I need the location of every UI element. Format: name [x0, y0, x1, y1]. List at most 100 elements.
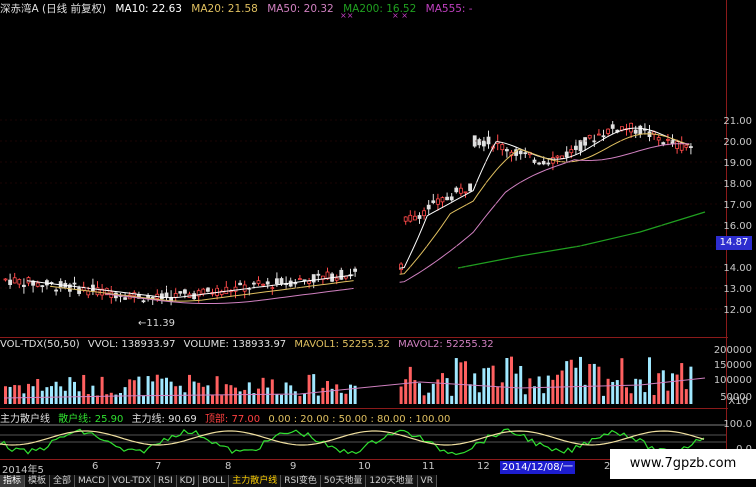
volume-bar: [339, 392, 343, 404]
candle-body: [518, 150, 523, 155]
volume-bar: [59, 386, 63, 404]
candle-body: [417, 215, 422, 219]
indicator-name[interactable]: 主力散户线: [0, 414, 50, 425]
volume-bar: [105, 394, 109, 404]
volume-bar: [413, 380, 417, 404]
mavol2-value: MAVOL2: 52255.32: [398, 339, 494, 350]
candle-body: [537, 162, 541, 165]
volume-bar: [45, 387, 49, 404]
candle-body: [578, 140, 583, 152]
candle-body: [435, 198, 440, 205]
volume-bar: [220, 395, 224, 404]
candle-body: [684, 144, 689, 148]
volume-bar: [652, 395, 656, 404]
tab-rsi-color[interactable]: RSI变色: [281, 475, 321, 487]
candle-body: [339, 269, 344, 280]
volume-bar: [137, 376, 141, 404]
candle-body: [8, 279, 13, 285]
volume-bar: [519, 365, 523, 404]
volume-bar: [689, 366, 693, 404]
candle-body: [523, 152, 528, 155]
price-tick: 17.00: [723, 200, 752, 211]
vol-indicator-name[interactable]: VOL-TDX(50,50): [0, 339, 80, 350]
ma200-line: [457, 211, 706, 269]
vvol-value: VVOL: 138933.97: [87, 339, 176, 350]
volume-bar: [91, 385, 95, 404]
tab-kdj[interactable]: KDJ: [176, 475, 200, 487]
volume-bar: [349, 384, 352, 404]
volume-bar: [289, 385, 293, 404]
tab-vr[interactable]: VR: [417, 475, 437, 487]
candle-body: [638, 125, 643, 135]
cursor-date-label: 2014/12/08/一: [500, 461, 576, 474]
indicator-tab-bar: 指标 模板 全部 MACD VOL-TDX RSI KDJ BOLL 主力散户线 RSI变色 50天…: [0, 475, 437, 487]
tab-50-day-low-vol[interactable]: 50天地量: [320, 475, 367, 487]
tab-rsi[interactable]: RSI: [154, 475, 177, 487]
volume-bar: [671, 373, 674, 404]
volume-bar: [146, 376, 150, 404]
volume-bar: [155, 374, 159, 404]
volume-tick: 150000: [713, 360, 752, 371]
ma200-value: MA200: 16.52: [343, 3, 417, 15]
volume-bar: [307, 374, 311, 404]
candle-body: [182, 289, 187, 294]
candle-body: [251, 282, 256, 285]
tab-indicator[interactable]: 指标: [0, 475, 26, 487]
candle-body: [569, 149, 574, 154]
tab-vol-tdx[interactable]: VOL-TDX: [109, 475, 155, 487]
volume-bar: [565, 361, 569, 404]
indicator-panel-header: 主力散户线 散户线: 25.90 主力线: 90.69 顶部: 77.00 0.…: [0, 410, 455, 425]
tab-template[interactable]: 模板: [25, 475, 51, 487]
volume-bar: [298, 395, 302, 404]
candle-body: [238, 282, 243, 286]
candle-body: [256, 280, 261, 284]
volume-bar: [477, 392, 481, 404]
volume-bar: [528, 378, 532, 404]
volume-bar: [142, 395, 145, 404]
volume-bar: [666, 390, 670, 404]
volume-bar: [275, 394, 279, 404]
volume-bar: [17, 385, 21, 404]
candle-body: [679, 142, 684, 151]
candle-body: [201, 288, 206, 295]
moving-average-line: [26, 127, 690, 299]
tab-all[interactable]: 全部: [50, 475, 76, 487]
volume-bar: [261, 377, 265, 404]
indicator-levels: 0.00 : 20.00 : 50.00 : 80.00 : 100.00: [268, 414, 451, 425]
volume-bar: [192, 381, 196, 404]
volume-bar: [583, 384, 587, 404]
candle-body: [297, 278, 302, 280]
candle-body: [504, 149, 509, 152]
volume-bar: [132, 380, 136, 404]
time-label: 10: [358, 461, 371, 472]
candle-body: [689, 146, 693, 148]
candle-body: [560, 155, 564, 159]
candle-body: [675, 141, 679, 149]
candle-body: [541, 161, 546, 165]
volume-bar: [615, 380, 619, 404]
candle-body: [666, 139, 670, 141]
candle-body: [597, 133, 601, 136]
candle-body: [445, 196, 450, 201]
candle-body: [178, 291, 183, 294]
candle-body: [40, 285, 45, 288]
candle-body: [3, 278, 8, 281]
volume-bar: [505, 358, 509, 404]
ma10-value: MA10: 22.63: [115, 3, 182, 15]
volume-bar: [629, 393, 633, 404]
candle-body: [454, 187, 459, 193]
candle-body: [468, 183, 473, 192]
tab-boll[interactable]: BOLL: [199, 475, 230, 487]
tab-macd[interactable]: MACD: [75, 475, 110, 487]
candle-body: [601, 135, 606, 138]
volume-bar: [77, 391, 81, 404]
tab-120-day-low-vol[interactable]: 120天地量: [366, 475, 418, 487]
volume-bar: [312, 374, 316, 404]
time-label: 8: [225, 461, 232, 472]
current-price-badge: 14.87: [716, 236, 752, 250]
volume-bar: [496, 386, 500, 404]
tab-main-retail-line[interactable]: 主力散户线: [229, 475, 282, 487]
candle-body: [159, 293, 164, 300]
volume-bar: [579, 356, 582, 404]
volume-bar: [620, 358, 624, 404]
